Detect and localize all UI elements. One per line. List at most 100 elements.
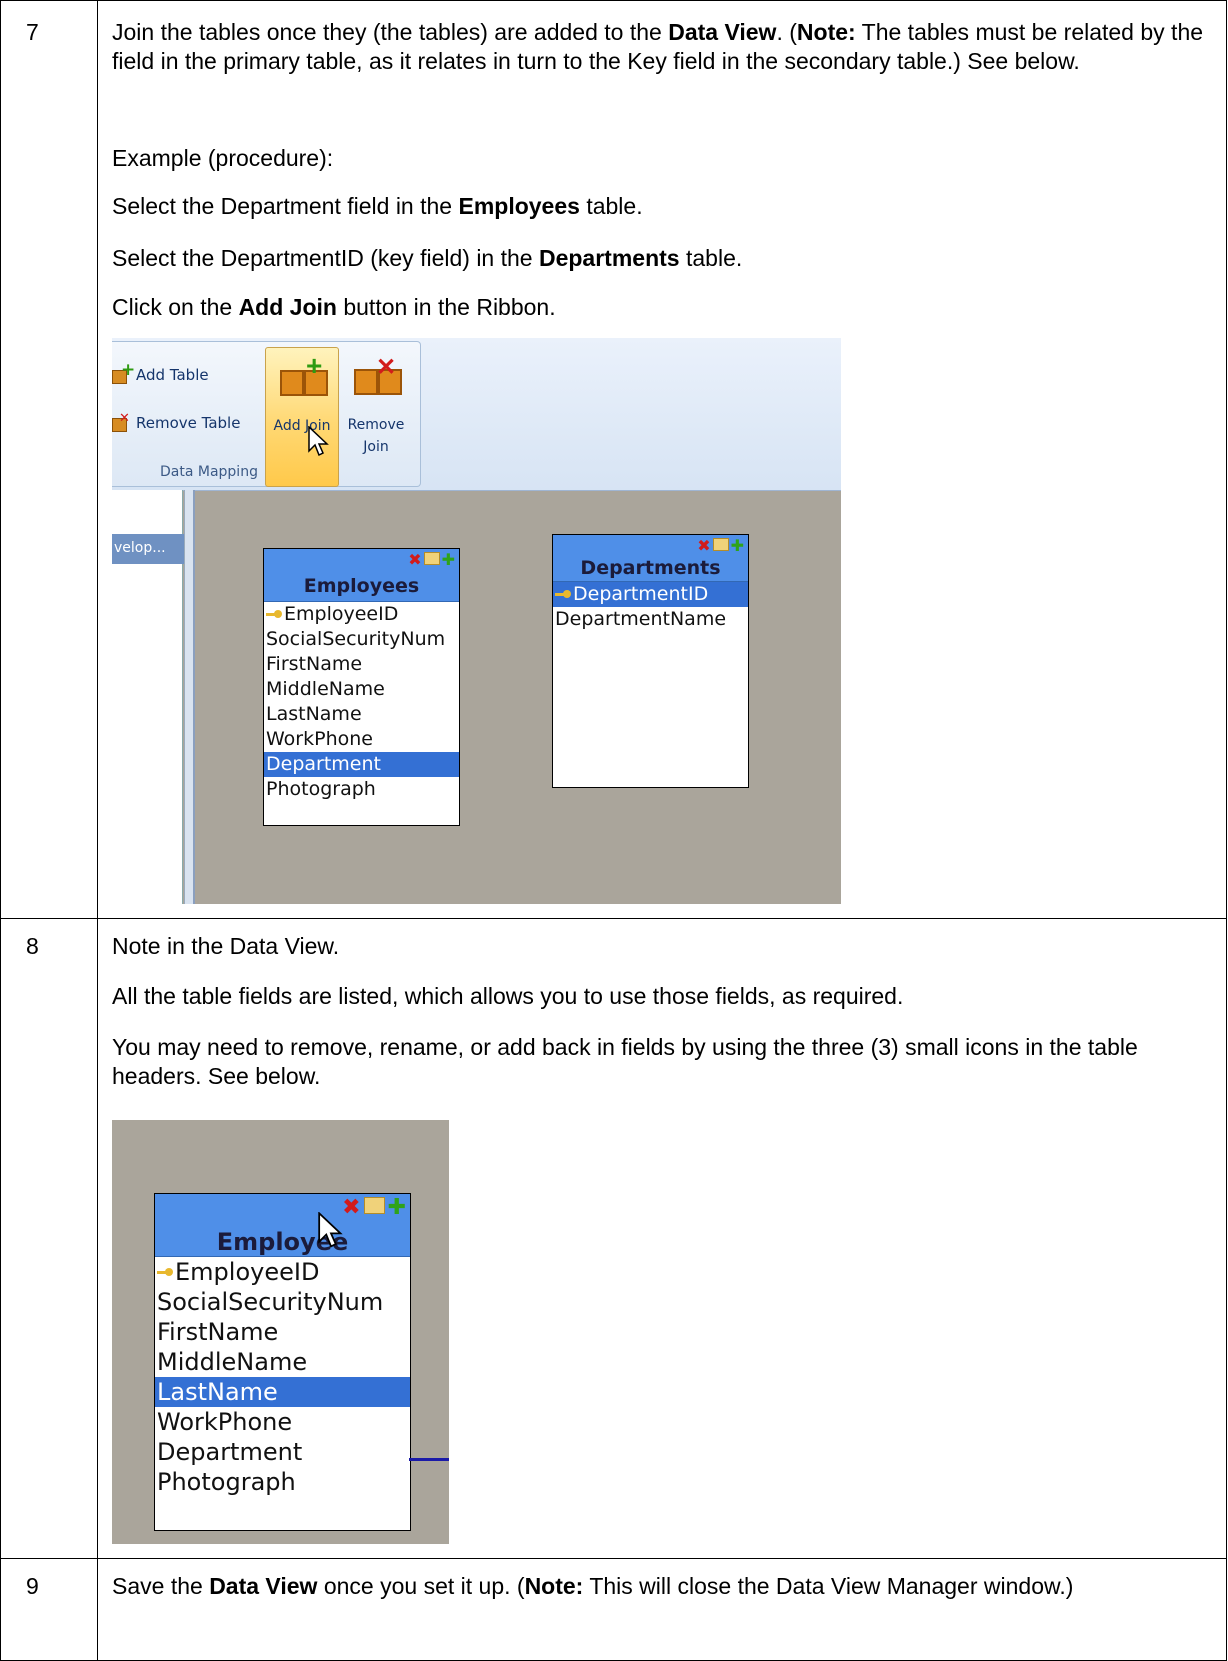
- primary-key-icon: [157, 1268, 173, 1277]
- field-name: WorkPhone: [266, 728, 373, 750]
- step7-paragraph-3: Select the Department field in the Emplo…: [112, 193, 643, 219]
- step8-paragraph-3: You may need to remove, rename, or add b…: [112, 1034, 1138, 1089]
- row-divider-8-9: [0, 1558, 1227, 1559]
- add-join-icon: +: [280, 350, 328, 398]
- group-caption: Data Mapping: [160, 464, 258, 480]
- step-number-7: 7: [26, 19, 39, 45]
- field-name: DepartmentID: [573, 583, 709, 605]
- field-row[interactable]: SocialSecurityNum: [155, 1287, 410, 1317]
- departments-table-header: ✖ ✚ Departments: [553, 535, 748, 582]
- employees-table[interactable]: ✖ ✚ Employees EmployeeID SocialSecurityNum…: [263, 548, 460, 826]
- employees-zoomed-field-list: EmployeeID SocialSecurityNum FirstName Midd…: [155, 1257, 410, 1497]
- remove-table-icon: [112, 411, 130, 432]
- add-field-icon[interactable]: ✚: [731, 536, 744, 555]
- step7-paragraph-2: Example (procedure):: [112, 145, 334, 171]
- field-row[interactable]: LastName: [264, 702, 459, 727]
- employees-header-icons: ✖ ✚: [408, 550, 455, 569]
- add-table-icon: [112, 360, 135, 384]
- step8-paragraph-1: Note in the Data View.: [112, 933, 340, 959]
- field-name: LastName: [157, 1378, 278, 1406]
- field-row[interactable]: Photograph: [155, 1467, 410, 1497]
- column-divider: [97, 0, 98, 1661]
- field-name: MiddleName: [266, 678, 385, 700]
- primary-key-icon: [555, 589, 571, 599]
- field-row[interactable]: EmployeeID: [155, 1257, 410, 1287]
- join-connector-line: [409, 1458, 449, 1461]
- field-name: SocialSecurityNum: [266, 628, 446, 650]
- field-row[interactable]: WorkPhone: [264, 727, 459, 752]
- step7-paragraph-4: Select the DepartmentID (key field) in t…: [112, 245, 743, 271]
- field-row[interactable]: DepartmentID: [553, 582, 748, 607]
- employees-table-title: Employees: [303, 575, 420, 597]
- field-name: LastName: [266, 703, 362, 725]
- field-name: EmployeeID: [284, 603, 399, 625]
- field-row[interactable]: MiddleName: [155, 1347, 410, 1377]
- step-number-8: 8: [26, 933, 39, 959]
- departments-header-icons: ✖ ✚: [697, 536, 744, 555]
- employees-zoomed-title: Employee: [216, 1228, 349, 1256]
- field-name: MiddleName: [157, 1348, 308, 1376]
- departments-table-title: Departments: [580, 557, 721, 579]
- remove-field-icon[interactable]: ✖: [342, 1195, 360, 1220]
- remove-field-icon[interactable]: ✖: [408, 550, 421, 569]
- employees-table-header: ✖ ✚ Employees: [264, 549, 459, 602]
- field-name: Department: [157, 1438, 303, 1466]
- employees-zoomed-header-icons: ✖ ✚: [342, 1195, 406, 1220]
- panel-splitter[interactable]: [184, 490, 195, 904]
- data-mapping-group: Add Table Remove Table + Add Join ✕ Remo…: [112, 341, 421, 487]
- data-view-screenshot-icons: ✖ ✚ Employee EmployeeID SocialSecurityNum F…: [112, 1120, 449, 1544]
- step7-paragraph-1: Join the tables once they (the tables) a…: [112, 19, 1204, 74]
- remove-join-label-2: Join: [363, 439, 389, 455]
- add-field-icon[interactable]: ✚: [388, 1195, 406, 1220]
- field-row[interactable]: FirstName: [264, 652, 459, 677]
- employees-zoomed-header: ✖ ✚ Employee: [155, 1194, 410, 1257]
- field-row[interactable]: DepartmentName: [553, 607, 748, 632]
- table-border-left: [0, 0, 1, 1661]
- field-name: SocialSecurityNum: [157, 1288, 384, 1316]
- remove-join-button[interactable]: ✕ Remove Join: [340, 347, 412, 455]
- step8-paragraph-2: All the table fields are listed, which a…: [112, 983, 904, 1009]
- field-row[interactable]: EmployeeID: [264, 602, 459, 627]
- field-name: WorkPhone: [157, 1408, 293, 1436]
- ribbon: Add Table Remove Table + Add Join ✕ Remo…: [112, 338, 841, 491]
- table-border-right: [1226, 0, 1227, 1661]
- add-field-icon[interactable]: ✚: [442, 550, 455, 569]
- add-join-button[interactable]: + Add Join: [265, 347, 339, 487]
- field-row[interactable]: SocialSecurityNum: [264, 627, 459, 652]
- field-row[interactable]: LastName: [155, 1377, 410, 1407]
- field-row[interactable]: Department: [155, 1437, 410, 1467]
- field-name: FirstName: [157, 1318, 279, 1346]
- field-name: EmployeeID: [175, 1258, 320, 1286]
- rename-field-icon[interactable]: [423, 552, 440, 565]
- add-table-button[interactable]: Add Table: [112, 360, 209, 384]
- table-border-top: [0, 0, 1227, 1]
- field-row[interactable]: Photograph: [264, 777, 459, 802]
- employees-field-list: EmployeeID SocialSecurityNum FirstName Midd…: [264, 602, 459, 802]
- left-panel-tab[interactable]: velop...: [112, 534, 184, 564]
- field-name: Photograph: [157, 1468, 296, 1496]
- employees-table-zoomed[interactable]: ✖ ✚ Employee EmployeeID SocialSecurityNum F…: [154, 1193, 411, 1531]
- field-row[interactable]: MiddleName: [264, 677, 459, 702]
- departments-table[interactable]: ✖ ✚ Departments DepartmentID DepartmentNam…: [552, 534, 749, 788]
- field-row[interactable]: WorkPhone: [155, 1407, 410, 1437]
- field-name: Department: [266, 753, 381, 775]
- field-name: FirstName: [266, 653, 363, 675]
- step9-paragraph-1: Save the Data View once you set it up. (…: [112, 1573, 1074, 1599]
- field-row[interactable]: FirstName: [155, 1317, 410, 1347]
- step7-paragraph-5: Click on the Add Join button in the Ribb…: [112, 294, 556, 320]
- rename-field-icon[interactable]: [363, 1197, 385, 1214]
- field-name: DepartmentName: [555, 608, 727, 630]
- field-row[interactable]: Department: [264, 752, 459, 777]
- data-view-screenshot-join: Add Table Remove Table + Add Join ✕ Remo…: [112, 338, 841, 904]
- remove-field-icon[interactable]: ✖: [697, 536, 710, 555]
- add-table-label: Add Table: [136, 366, 209, 384]
- remove-table-label: Remove Table: [136, 414, 241, 432]
- remove-join-label-1: Remove: [347, 417, 405, 433]
- primary-key-icon: [266, 609, 282, 619]
- field-name: Photograph: [266, 778, 376, 800]
- remove-join-icon: ✕: [354, 354, 402, 397]
- step-number-9: 9: [26, 1573, 39, 1599]
- remove-table-button[interactable]: Remove Table: [112, 411, 241, 432]
- rename-field-icon[interactable]: [712, 538, 729, 551]
- departments-field-list: DepartmentID DepartmentName: [553, 582, 748, 632]
